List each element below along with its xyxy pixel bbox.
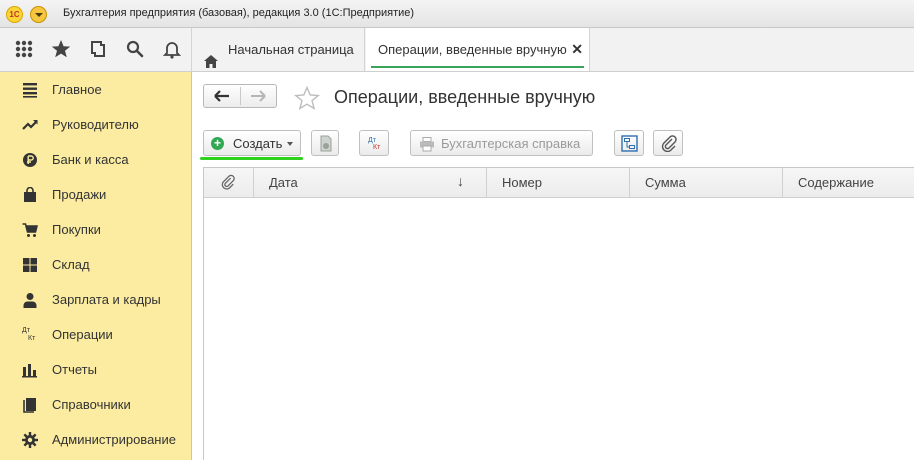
structure-button[interactable] <box>614 130 644 156</box>
tab-home[interactable]: Начальная страница <box>192 28 365 71</box>
sidebar-item-label: Продажи <box>52 187 107 202</box>
sidebar-item-label: Операции <box>52 327 113 342</box>
bell-icon[interactable] <box>161 38 183 60</box>
books-icon <box>22 397 38 413</box>
history-navigation <box>203 84 277 108</box>
column-content[interactable]: Содержание <box>783 168 914 197</box>
window-title-bar: 1С Бухгалтерия предприятия (базовая), ре… <box>0 0 914 28</box>
create-button[interactable]: + Создать <box>203 130 301 156</box>
printer-icon <box>419 137 435 152</box>
nav-separator <box>240 87 241 105</box>
sidebar-item-label: Отчеты <box>52 362 97 377</box>
search-icon[interactable] <box>124 38 146 60</box>
create-highlight-underline <box>200 157 303 160</box>
column-header-label: Дата <box>269 175 298 190</box>
table-header: Дата ↓ Номер Сумма Содержание <box>204 168 914 198</box>
column-attachments[interactable] <box>204 168 254 197</box>
chevron-down-icon <box>287 142 293 146</box>
sidebar-item-purchases[interactable]: Покупки <box>0 212 190 247</box>
history-icon[interactable] <box>87 38 109 60</box>
favorite-star-icon[interactable] <box>293 85 321 113</box>
attach-button[interactable] <box>653 130 683 156</box>
accounting-report-button[interactable]: Бухгалтерская справка <box>410 130 593 156</box>
kt-text: Кт <box>28 335 36 342</box>
sidebar-item-administration[interactable]: Администрирование <box>0 422 190 457</box>
create-button-label: Создать <box>233 136 283 151</box>
sidebar-item-warehouse[interactable]: Склад <box>0 247 190 282</box>
menu-lines-icon <box>22 82 38 98</box>
page-title: Операции, введенные вручную <box>334 87 596 107</box>
home-icon <box>204 42 218 85</box>
copy-document-button[interactable] <box>311 130 339 156</box>
tab-manual-operations[interactable]: Операции, введенные вручную ✕ <box>366 28 590 71</box>
sidebar-item-sales[interactable]: Продажи <box>0 177 190 212</box>
column-header-label: Содержание <box>798 175 874 190</box>
sidebar-item-label: Покупки <box>52 222 101 237</box>
kt-label: Кт <box>373 144 381 151</box>
person-icon <box>22 292 38 308</box>
1c-logo-icon[interactable]: 1С <box>6 6 23 23</box>
sidebar-item-label: Руководителю <box>52 117 139 132</box>
ruble-icon <box>22 152 38 168</box>
paperclip-icon <box>661 135 677 152</box>
sidebar-item-salary[interactable]: Зарплата и кадры <box>0 282 190 317</box>
sidebar-item-director[interactable]: Руководителю <box>0 107 190 142</box>
apps-grid-icon[interactable] <box>13 38 35 60</box>
paperclip-icon <box>221 174 235 193</box>
column-number[interactable]: Номер <box>487 168 630 197</box>
operations-table[interactable]: Дата ↓ Номер Сумма Содержание <box>203 167 914 460</box>
main-menu-button[interactable] <box>30 6 47 23</box>
sections-sidebar: Главное Руководителю Банк и касса Продаж… <box>0 72 192 460</box>
tab-home-label: Начальная страница <box>228 42 354 57</box>
gear-icon <box>22 432 38 448</box>
open-tabs-bar: Начальная страница Операции, введенные в… <box>192 28 914 72</box>
forward-arrow-icon[interactable] <box>249 88 267 107</box>
sidebar-item-label: Администрирование <box>52 432 176 447</box>
sidebar-item-label: Главное <box>52 82 102 97</box>
shopping-bag-icon <box>22 186 38 203</box>
column-date[interactable]: Дата ↓ <box>254 168 487 197</box>
sidebar-item-reports[interactable]: Отчеты <box>0 352 190 387</box>
column-header-label: Сумма <box>645 175 686 190</box>
section-tools-panel <box>0 28 192 72</box>
back-arrow-icon[interactable] <box>213 88 231 107</box>
sidebar-item-operations[interactable]: Дт Кт Операции <box>0 317 190 352</box>
sidebar-item-label: Зарплата и кадры <box>52 292 161 307</box>
plus-icon: + <box>211 137 224 150</box>
dt-label: Дт <box>368 137 376 144</box>
sidebar-item-main[interactable]: Главное <box>0 72 190 107</box>
column-header-label: Номер <box>502 175 543 190</box>
sidebar-item-bank[interactable]: Банк и касса <box>0 142 190 177</box>
bar-chart-icon <box>22 362 38 378</box>
dt-text: Дт <box>22 327 30 334</box>
window-title: Бухгалтерия предприятия (базовая), редак… <box>63 7 415 19</box>
structure-icon <box>621 135 638 152</box>
document-copy-icon <box>318 135 334 152</box>
sidebar-item-label: Склад <box>52 257 90 272</box>
cart-icon <box>22 222 39 238</box>
tab-manual-operations-label: Операции, введенные вручную <box>378 42 567 57</box>
warehouse-icon <box>22 257 38 273</box>
star-icon[interactable] <box>50 38 72 60</box>
dt-kt-icon: Дт Кт <box>22 327 38 343</box>
accounting-report-label: Бухгалтерская справка <box>441 136 581 151</box>
dt-kt-button[interactable]: Дт Кт <box>359 130 389 156</box>
close-tab-icon[interactable]: ✕ <box>571 28 583 71</box>
sidebar-item-label: Справочники <box>52 397 131 412</box>
sidebar-item-label: Банк и касса <box>52 152 129 167</box>
column-amount[interactable]: Сумма <box>630 168 783 197</box>
sidebar-item-directories[interactable]: Справочники <box>0 387 190 422</box>
sort-descending-icon[interactable]: ↓ <box>457 173 464 189</box>
trend-icon <box>22 117 38 133</box>
